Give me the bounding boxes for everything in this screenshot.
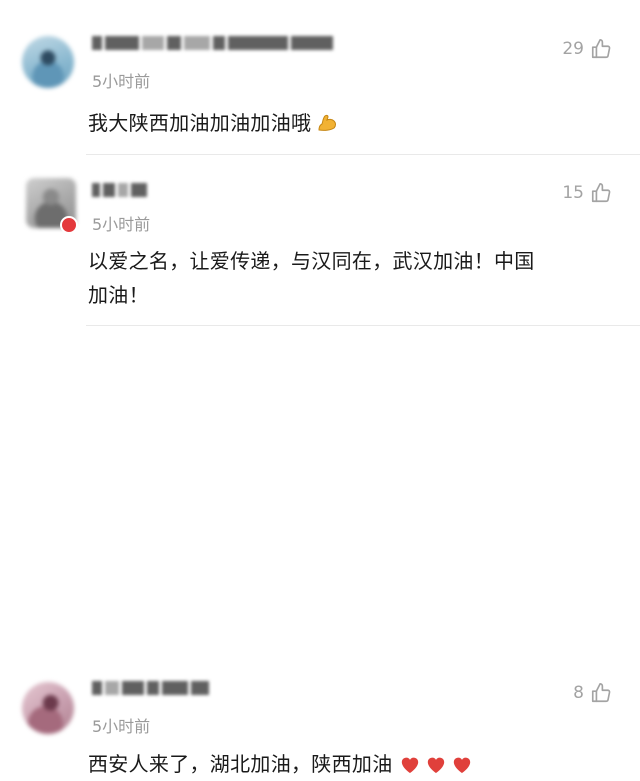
hearts-group bbox=[399, 754, 473, 774]
comment-time: 5小时前 bbox=[92, 72, 151, 91]
thumbs-up-icon bbox=[591, 683, 611, 703]
comment-time: 5小时前 bbox=[92, 215, 151, 234]
comment-text: 以爱之名，让爱传递，与汉同在，武汉加油！中国 加油！ bbox=[88, 244, 610, 312]
verified-badge-icon bbox=[60, 216, 78, 234]
red-heart-icon bbox=[427, 757, 444, 774]
comment-item: 5小时前 8 西安人来了，湖北加油，陕西加油 bbox=[0, 326, 640, 776]
username-blurred[interactable] bbox=[92, 679, 209, 697]
like-button[interactable]: 8 bbox=[573, 682, 612, 704]
thumbs-up-icon bbox=[591, 183, 611, 203]
username-blurred[interactable] bbox=[92, 34, 333, 52]
comment-item: 5小时前 29 我大陕西加油加油加油哦 bbox=[0, 0, 640, 155]
flexed-biceps-icon bbox=[315, 110, 339, 144]
comment-time: 5小时前 bbox=[92, 717, 151, 736]
comment-text: 西安人来了，湖北加油，陕西加油 bbox=[88, 747, 610, 781]
comment-text: 我大陕西加油加油加油哦 bbox=[88, 106, 610, 144]
comment-body: 我大陕西加油加油加油哦 bbox=[88, 111, 312, 135]
comment-body-line1: 以爱之名，让爱传递，与汉同在，武汉加油！中国 bbox=[88, 249, 535, 273]
red-heart-icon bbox=[401, 757, 418, 774]
comment-body-line2: 加油！ bbox=[88, 283, 149, 307]
thumbs-up-icon bbox=[591, 39, 611, 59]
like-count: 8 bbox=[573, 683, 584, 703]
like-count: 29 bbox=[562, 39, 584, 59]
like-button[interactable]: 29 bbox=[562, 38, 612, 60]
username-blurred[interactable] bbox=[92, 181, 147, 199]
like-button[interactable]: 15 bbox=[562, 182, 612, 204]
avatar[interactable] bbox=[22, 682, 74, 734]
comment-body: 西安人来了，湖北加油，陕西加油 bbox=[88, 752, 393, 776]
avatar[interactable] bbox=[22, 36, 74, 88]
like-count: 15 bbox=[562, 183, 584, 203]
red-heart-icon bbox=[453, 757, 470, 774]
